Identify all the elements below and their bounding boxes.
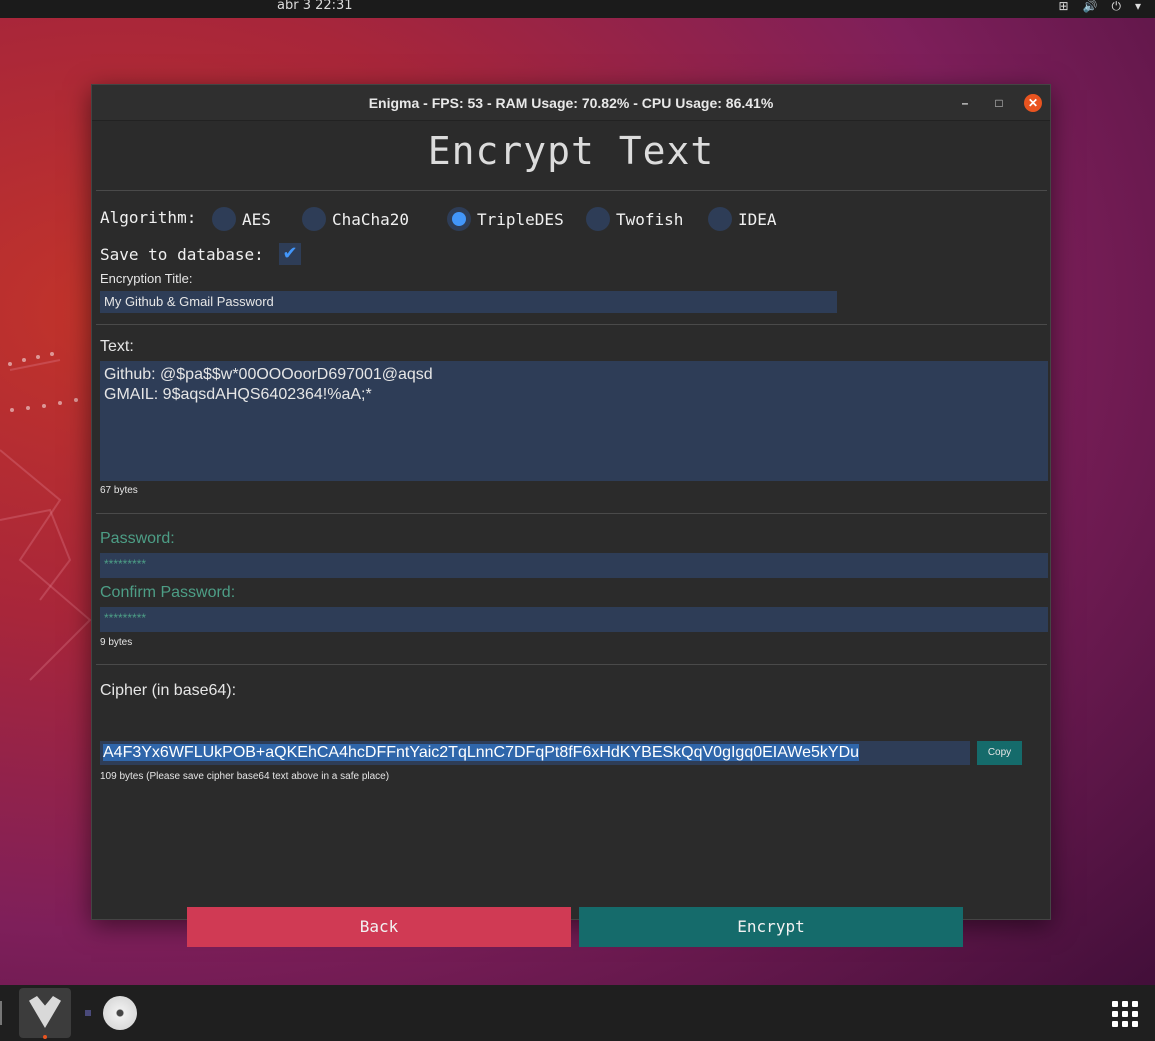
radio-button[interactable] bbox=[302, 207, 326, 231]
radio-button[interactable] bbox=[212, 207, 236, 231]
text-byte-count: 67 bytes bbox=[100, 485, 138, 496]
save-to-database-checkbox[interactable]: ✔ bbox=[279, 243, 301, 265]
encrypt-button[interactable]: Encrypt bbox=[579, 907, 963, 947]
text-label: Text: bbox=[100, 338, 134, 355]
radio-label: TripleDES bbox=[477, 209, 564, 229]
show-apps-icon[interactable] bbox=[1112, 1001, 1138, 1027]
disc-icon[interactable] bbox=[103, 996, 137, 1030]
plaintext-textarea[interactable]: Github: @$pa$$w*00OOOoorD697001@aqsd GMA… bbox=[100, 361, 1048, 481]
radio-aes[interactable]: AES bbox=[212, 207, 271, 231]
window-titlebar[interactable]: Enigma - FPS: 53 - RAM Usage: 70.82% - C… bbox=[92, 85, 1050, 121]
radio-idea[interactable]: IDEA bbox=[708, 207, 777, 231]
dock-edge bbox=[0, 1001, 2, 1025]
minimize-button[interactable]: – bbox=[956, 94, 974, 112]
radio-label: Twofish bbox=[616, 209, 684, 229]
dock bbox=[0, 985, 1155, 1041]
textarea-line: Github: @$pa$$w*00OOOoorD697001@aqsd bbox=[104, 366, 433, 383]
radio-tripledes[interactable]: TripleDES bbox=[447, 207, 564, 231]
radio-label: ChaCha20 bbox=[332, 209, 410, 229]
radio-button[interactable] bbox=[586, 207, 610, 231]
running-indicator bbox=[43, 1035, 47, 1039]
copy-button[interactable]: Copy bbox=[977, 741, 1022, 765]
system-top-bar: abr 3 22:31 ⊞ 🔊 ⏻ ▾ bbox=[0, 0, 1155, 18]
wolf-app-icon[interactable] bbox=[19, 988, 71, 1039]
cipher-byte-count: 109 bytes (Please save cipher base64 tex… bbox=[100, 771, 390, 782]
network-icon[interactable]: ⊞ bbox=[1058, 0, 1068, 12]
password-label: Password: bbox=[100, 530, 175, 547]
maximize-button[interactable]: □ bbox=[990, 94, 1008, 112]
password-input[interactable]: ********* bbox=[100, 553, 1048, 578]
divider bbox=[96, 513, 1047, 514]
algorithm-label: Algorithm: bbox=[100, 208, 197, 227]
confirm-password-label: Confirm Password: bbox=[100, 584, 236, 601]
radio-twofish[interactable]: Twofish bbox=[586, 207, 683, 231]
app-window: Enigma - FPS: 53 - RAM Usage: 70.82% - C… bbox=[91, 84, 1051, 947]
close-button[interactable]: ✕ bbox=[1024, 94, 1042, 112]
radio-label: IDEA bbox=[738, 209, 777, 229]
radio-label: AES bbox=[242, 209, 271, 229]
wolf-logo bbox=[29, 996, 61, 1028]
password-byte-count: 9 bytes bbox=[100, 637, 133, 648]
confirm-password-input[interactable]: ********* bbox=[100, 607, 1048, 632]
radio-button[interactable] bbox=[708, 207, 732, 231]
chevron-down-icon[interactable]: ▾ bbox=[1135, 0, 1141, 12]
textarea-line: GMAIL: 9$aqsdAHQS6402364!%aA;* bbox=[104, 386, 372, 403]
clock[interactable]: abr 3 22:31 bbox=[277, 0, 353, 12]
encryption-title-label: Encryption Title: bbox=[100, 271, 193, 286]
cipher-output-field[interactable]: A4F3Yx6WFLUkPOB+aQKEhCA4hcDFFntYaic2TqLn… bbox=[100, 741, 970, 765]
volume-icon[interactable]: 🔊 bbox=[1083, 0, 1098, 12]
cipher-text-selected: A4F3Yx6WFLUkPOB+aQKEhCA4hcDFFntYaic2TqLn… bbox=[103, 744, 860, 761]
power-icon[interactable]: ⏻ bbox=[1111, 0, 1121, 12]
radio-chacha20[interactable]: ChaCha20 bbox=[302, 207, 409, 231]
encryption-title-input[interactable]: My Github & Gmail Password bbox=[100, 291, 837, 313]
page-title: Encrypt Text bbox=[427, 129, 715, 173]
back-button[interactable]: Back bbox=[187, 907, 571, 947]
divider bbox=[96, 664, 1047, 665]
cipher-label: Cipher (in base64): bbox=[100, 682, 237, 699]
divider bbox=[96, 324, 1047, 325]
divider bbox=[96, 190, 1047, 191]
workspace-indicator bbox=[85, 1010, 91, 1016]
save-to-database-label: Save to database: bbox=[100, 245, 264, 264]
system-tray: ⊞ 🔊 ⏻ ▾ bbox=[1058, 0, 1141, 12]
window-title: Enigma - FPS: 53 - RAM Usage: 70.82% - C… bbox=[368, 95, 774, 111]
checkmark-icon: ✔ bbox=[282, 243, 298, 264]
radio-button-selected[interactable] bbox=[447, 207, 471, 231]
